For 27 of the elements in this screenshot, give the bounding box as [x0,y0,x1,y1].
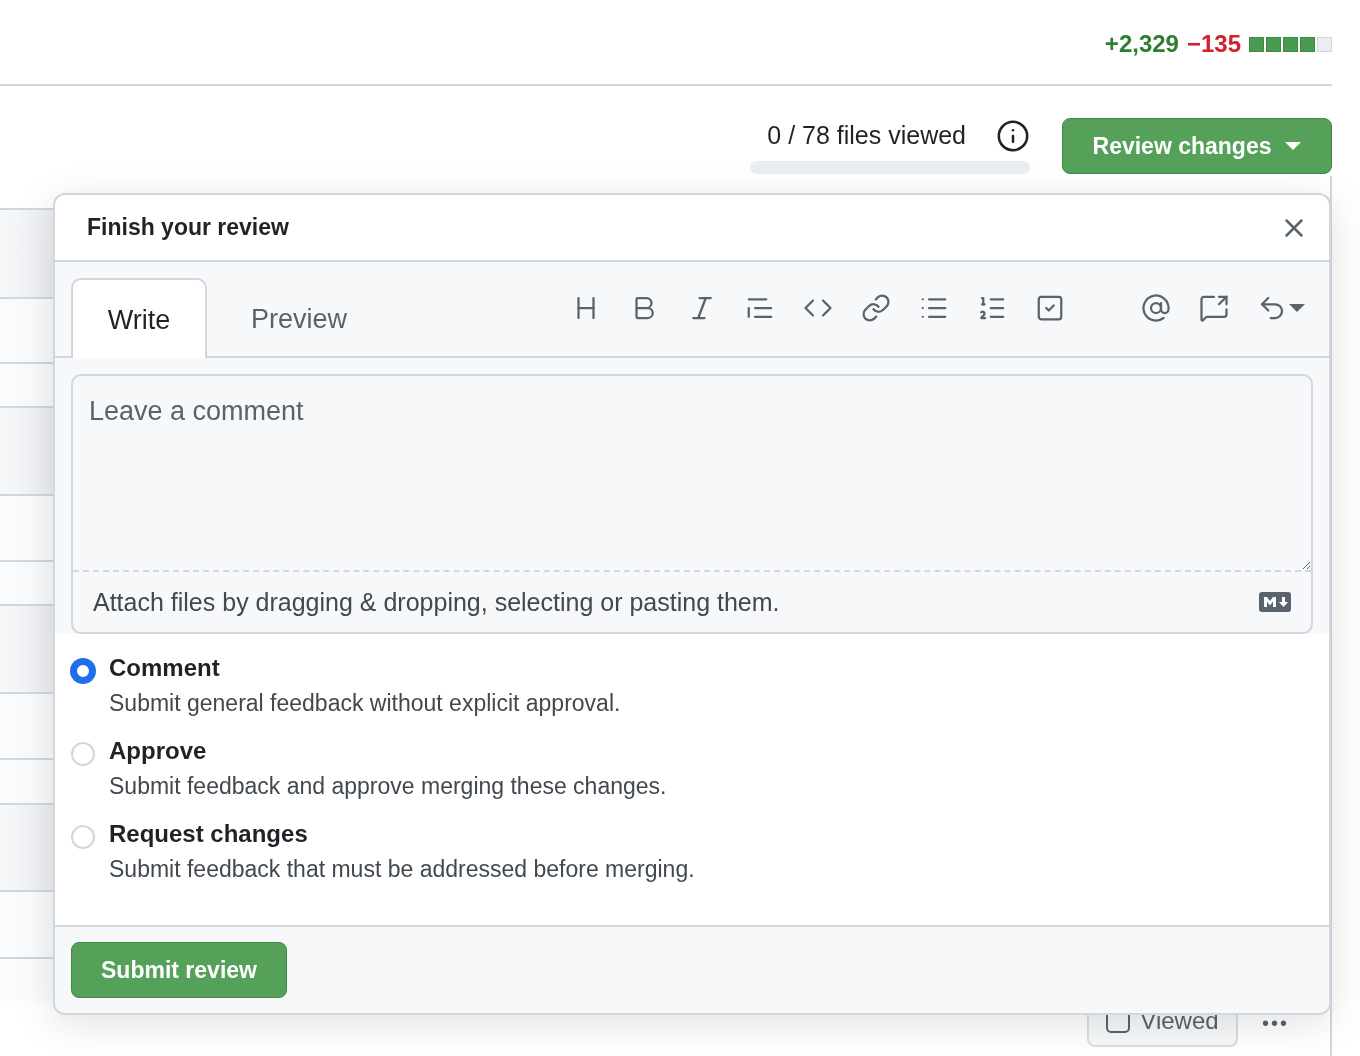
link-icon [861,293,891,323]
option-description: Submit feedback and approve merging these changes. [109,773,667,800]
option-description: Submit feedback that must be addressed before merging. [109,856,695,883]
editor-tab[interactable]: Write [71,278,207,358]
mention-icon [1141,293,1171,323]
attach-hint: Attach files by dragging & dropping, selecting or pasting them. [93,587,780,617]
comment-field[interactable]: Leave a comment [73,376,1311,572]
option-label: Approve [109,737,208,765]
markdown-icon [1259,592,1291,612]
reference-icon [1199,293,1229,323]
more-button[interactable]: ••• [1262,997,1289,1035]
option-description: Submit general feedback without explicit approval. [109,690,621,717]
dialog-title: Finish your review [87,214,289,241]
review-changes-button[interactable]: Review changes [1062,118,1332,174]
option-label: Comment [109,654,221,682]
comment-editor[interactable]: Leave a comment Attach files by dragging & dropping, selecting or pasting them. [71,374,1313,634]
editor-tab[interactable]: Preview [207,278,391,356]
option-label: Request changes [109,820,309,848]
files-viewed-count: 0 / 78 files viewed [767,121,966,150]
info-icon[interactable] [996,118,1030,153]
caret-icon[interactable] [1289,303,1305,313]
radio-button[interactable] [71,659,95,683]
deletions-count: −135 [1186,30,1241,58]
additions-count: +2,329 [1104,30,1179,58]
caret-icon [1285,141,1302,151]
task-list-icon [1035,293,1065,323]
submit-review-button[interactable]: Submit review [71,942,287,998]
